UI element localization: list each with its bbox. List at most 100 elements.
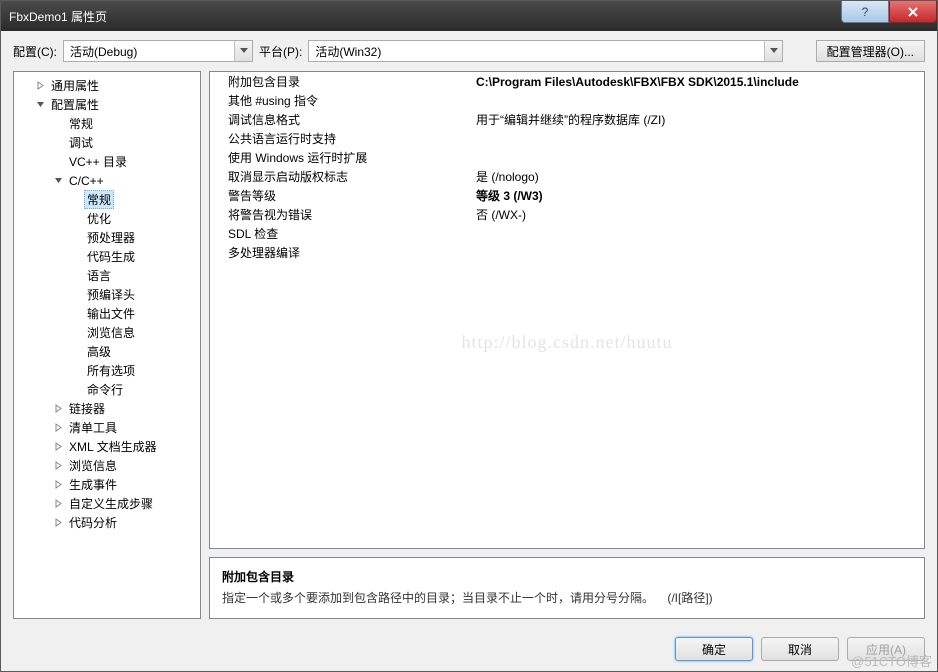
config-manager-button[interactable]: 配置管理器(O)... — [816, 40, 925, 62]
property-name: SDL 检查 — [210, 225, 472, 242]
tree-item-label: 通用属性 — [48, 76, 102, 95]
tree-collapsed-icon[interactable] — [52, 517, 64, 529]
tree-item[interactable]: 常规 — [16, 114, 198, 133]
tree-item[interactable]: VC++ 目录 — [16, 152, 198, 171]
dialog-footer: 确定 取消 应用(A) — [1, 627, 937, 671]
tree-item-label: 常规 — [66, 114, 96, 133]
property-row[interactable]: 附加包含目录C:\Program Files\Autodesk\FBX\FBX … — [210, 72, 924, 91]
cancel-button[interactable]: 取消 — [761, 637, 839, 661]
tree-item[interactable]: 常规 — [16, 190, 198, 209]
tree-collapsed-icon[interactable] — [52, 460, 64, 472]
tree-item[interactable]: 代码分析 — [16, 513, 198, 532]
tree-item[interactable]: 清单工具 — [16, 418, 198, 437]
property-row[interactable]: SDL 检查 — [210, 224, 924, 243]
tree-item[interactable]: C/C++ — [16, 171, 198, 190]
tree-item-label: C/C++ — [66, 173, 107, 189]
tree-item[interactable]: 命令行 — [16, 380, 198, 399]
tree-spacer — [52, 118, 64, 130]
property-name: 其他 #using 指令 — [210, 92, 472, 109]
dialog-window: FbxDemo1 属性页 ? 配置(C): 活动(Debug) 平台(P): 活… — [0, 0, 938, 672]
titlebar[interactable]: FbxDemo1 属性页 ? — [1, 1, 937, 31]
tree-collapsed-icon[interactable] — [52, 441, 64, 453]
config-label: 配置(C): — [13, 43, 57, 60]
tree-item[interactable]: 自定义生成步骤 — [16, 494, 198, 513]
tree-item-label: 生成事件 — [66, 475, 120, 494]
tree-item[interactable]: 预处理器 — [16, 228, 198, 247]
tree-item-label: 常规 — [84, 190, 114, 209]
tree-item-label: 自定义生成步骤 — [66, 494, 156, 513]
property-grid[interactable]: http://blog.csdn.net/huutu 附加包含目录C:\Prog… — [209, 71, 925, 549]
property-value[interactable]: C:\Program Files\Autodesk\FBX\FBX SDK\20… — [472, 75, 924, 89]
apply-button[interactable]: 应用(A) — [847, 637, 925, 661]
tree-expanded-icon[interactable] — [52, 175, 64, 187]
property-row[interactable]: 警告等级等级 3 (/W3) — [210, 186, 924, 205]
tree-collapsed-icon[interactable] — [52, 498, 64, 510]
tree-spacer — [70, 232, 82, 244]
tree-collapsed-icon[interactable] — [52, 403, 64, 415]
tree-item-label: 语言 — [84, 266, 114, 285]
tree-item[interactable]: 浏览信息 — [16, 323, 198, 342]
tree-item[interactable]: 调试 — [16, 133, 198, 152]
property-row[interactable]: 公共语言运行时支持 — [210, 129, 924, 148]
tree-item-label: 浏览信息 — [66, 456, 120, 475]
property-name: 取消显示启动版权标志 — [210, 168, 472, 185]
tree-spacer — [70, 270, 82, 282]
property-value[interactable]: 否 (/WX-) — [472, 206, 924, 223]
category-tree[interactable]: 通用属性配置属性常规调试VC++ 目录C/C++常规优化预处理器代码生成语言预编… — [13, 71, 201, 619]
tree-item-label: 浏览信息 — [84, 323, 138, 342]
tree-collapsed-icon[interactable] — [52, 479, 64, 491]
tree-item-label: 代码分析 — [66, 513, 120, 532]
tree-item-label: 所有选项 — [84, 361, 138, 380]
tree-item-label: 调试 — [66, 133, 96, 152]
ok-button[interactable]: 确定 — [675, 637, 753, 661]
tree-item[interactable]: 生成事件 — [16, 475, 198, 494]
description-panel: 附加包含目录 指定一个或多个要添加到包含路径中的目录；当目录不止一个时，请用分号… — [209, 557, 925, 619]
tree-spacer — [70, 308, 82, 320]
property-row[interactable]: 将警告视为错误否 (/WX-) — [210, 205, 924, 224]
tree-item[interactable]: 语言 — [16, 266, 198, 285]
config-combo[interactable]: 活动(Debug) — [63, 40, 253, 62]
property-name: 警告等级 — [210, 187, 472, 204]
property-name: 将警告视为错误 — [210, 206, 472, 223]
tree-item[interactable]: 高级 — [16, 342, 198, 361]
property-row[interactable]: 其他 #using 指令 — [210, 91, 924, 110]
window-title: FbxDemo1 属性页 — [9, 8, 841, 25]
help-button[interactable]: ? — [841, 1, 889, 23]
property-row[interactable]: 多处理器编译 — [210, 243, 924, 262]
tree-spacer — [52, 156, 64, 168]
platform-label: 平台(P): — [259, 43, 302, 60]
property-value[interactable]: 是 (/nologo) — [472, 168, 924, 185]
tree-item-label: VC++ 目录 — [66, 152, 130, 171]
tree-item[interactable]: 输出文件 — [16, 304, 198, 323]
tree-spacer — [70, 365, 82, 377]
property-value[interactable]: 用于“编辑并继续”的程序数据库 (/ZI) — [472, 111, 924, 128]
content-area: http://blog.csdn.net/huutu 附加包含目录C:\Prog… — [209, 71, 925, 619]
tree-item[interactable]: 所有选项 — [16, 361, 198, 380]
close-icon — [907, 6, 919, 18]
property-row[interactable]: 使用 Windows 运行时扩展 — [210, 148, 924, 167]
tree-item[interactable]: 预编译头 — [16, 285, 198, 304]
platform-combo[interactable]: 活动(Win32) — [308, 40, 783, 62]
tree-collapsed-icon[interactable] — [52, 422, 64, 434]
tree-item[interactable]: 链接器 — [16, 399, 198, 418]
tree-item-label: 链接器 — [66, 399, 108, 418]
tree-item-label: 配置属性 — [48, 95, 102, 114]
tree-item[interactable]: XML 文档生成器 — [16, 437, 198, 456]
tree-item[interactable]: 通用属性 — [16, 76, 198, 95]
tree-spacer — [70, 213, 82, 225]
property-row[interactable]: 取消显示启动版权标志是 (/nologo) — [210, 167, 924, 186]
property-value[interactable]: 等级 3 (/W3) — [472, 187, 924, 204]
property-row[interactable]: 调试信息格式用于“编辑并继续”的程序数据库 (/ZI) — [210, 110, 924, 129]
tree-item[interactable]: 配置属性 — [16, 95, 198, 114]
tree-spacer — [70, 289, 82, 301]
tree-item[interactable]: 浏览信息 — [16, 456, 198, 475]
tree-item[interactable]: 优化 — [16, 209, 198, 228]
tree-expanded-icon[interactable] — [34, 99, 46, 111]
property-name: 使用 Windows 运行时扩展 — [210, 149, 472, 166]
tree-item[interactable]: 代码生成 — [16, 247, 198, 266]
config-value: 活动(Debug) — [64, 43, 234, 60]
tree-collapsed-icon[interactable] — [34, 80, 46, 92]
toolbar: 配置(C): 活动(Debug) 平台(P): 活动(Win32) 配置管理器(… — [1, 31, 937, 71]
close-button[interactable] — [889, 1, 937, 23]
platform-value: 活动(Win32) — [309, 43, 764, 60]
